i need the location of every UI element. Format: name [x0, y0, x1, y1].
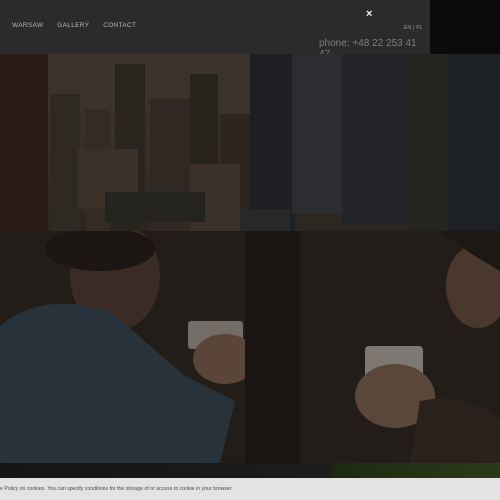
lang-separator: |: [412, 25, 415, 31]
city-skyline-image: [0, 54, 500, 231]
site-header: WARSAW GALLERY CONTACT × EN | PL phone: +4…: [0, 0, 430, 60]
language-switcher: EN | PL: [403, 25, 423, 31]
lang-en-link[interactable]: EN: [404, 25, 411, 31]
nav-item-warsaw[interactable]: WARSAW: [12, 22, 43, 29]
nav-item-contact[interactable]: CONTACT: [103, 22, 136, 29]
nav-item-gallery[interactable]: GALLERY: [57, 22, 89, 29]
header-dark-panel: [430, 0, 500, 54]
skyline-illustration: [0, 54, 500, 231]
bottom-image-strip: [0, 463, 500, 478]
coffee-people-image: [0, 231, 500, 463]
cookie-notice-bar: e Policy on cookies. You can specify con…: [0, 478, 500, 500]
lang-pl-link[interactable]: PL: [416, 25, 422, 31]
main-nav: WARSAW GALLERY CONTACT: [12, 22, 136, 29]
people-illustration: [0, 231, 500, 463]
cookie-notice-text: e Policy on cookies. You can specify con…: [0, 486, 233, 492]
close-icon[interactable]: ×: [366, 9, 372, 20]
